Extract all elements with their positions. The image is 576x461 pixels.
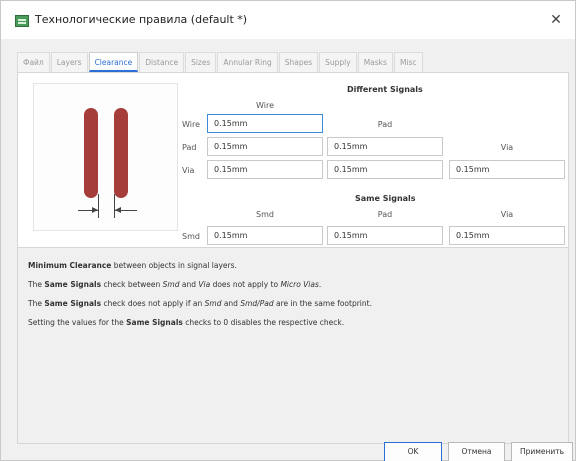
- apply-button[interactable]: Применить: [511, 442, 573, 461]
- via-wire-clearance-input[interactable]: [207, 160, 323, 179]
- col-label-pad: Pad: [377, 120, 393, 129]
- arrow-left-icon: [115, 207, 121, 213]
- row-label-wire: Wire: [182, 120, 200, 129]
- same-col-label-smd: Smd: [256, 210, 274, 219]
- smd-via-clearance-input[interactable]: [449, 226, 565, 245]
- tab-clearance[interactable]: Clearance: [88, 52, 139, 72]
- help-line-2: The Same Signals check between Smd and V…: [28, 280, 322, 289]
- different-signals-title: Different Signals: [347, 85, 423, 94]
- row-label-pad: Pad: [182, 143, 197, 152]
- help-line-1: Minimum Clearance between objects in sig…: [28, 261, 237, 270]
- track-left: [84, 108, 98, 198]
- tab-bar: Файл Layers Clearance Distance Sizes Ann…: [17, 52, 424, 72]
- col-label-via: Via: [500, 143, 514, 152]
- tab-supply[interactable]: Supply: [319, 52, 357, 72]
- dimension-tick-right: [114, 194, 115, 218]
- help-line-4: Setting the values for the Same Signals …: [28, 318, 345, 327]
- tab-sizes[interactable]: Sizes: [185, 52, 217, 72]
- same-signals-title: Same Signals: [355, 194, 416, 203]
- title-bar[interactable]: Технологические правила (default *) ✕: [1, 1, 575, 39]
- window-title: Технологические правила (default *): [35, 13, 248, 26]
- via-pad-clearance-input[interactable]: [327, 160, 443, 179]
- arrow-right-icon: [92, 207, 98, 213]
- help-text-area: Minimum Clearance between objects in sig…: [17, 248, 569, 444]
- row-label-via: Via: [182, 166, 195, 175]
- tab-annular-ring[interactable]: Annular Ring: [217, 52, 278, 72]
- clearance-preview-image: [33, 83, 178, 231]
- pad-wire-clearance-input[interactable]: [207, 137, 323, 156]
- tab-misc[interactable]: Misc: [393, 52, 423, 72]
- tab-layers[interactable]: Layers: [50, 52, 88, 72]
- help-line-3: The Same Signals check does not apply if…: [28, 299, 372, 308]
- app-icon: [15, 15, 29, 27]
- same-col-label-pad: Pad: [377, 210, 393, 219]
- clearance-panel: Different Signals Wire Wire Pad Pad Via …: [17, 72, 569, 248]
- tab-distance[interactable]: Distance: [139, 52, 185, 72]
- wire-wire-clearance-input[interactable]: [207, 114, 323, 133]
- ok-button[interactable]: OK: [384, 442, 442, 461]
- same-col-label-via: Via: [500, 210, 514, 219]
- pad-pad-clearance-input[interactable]: [327, 137, 443, 156]
- tab-shapes[interactable]: Shapes: [278, 52, 319, 72]
- tab-masks[interactable]: Masks: [357, 52, 393, 72]
- close-button[interactable]: ✕: [545, 9, 567, 31]
- smd-pad-clearance-input[interactable]: [327, 226, 443, 245]
- smd-smd-clearance-input[interactable]: [207, 226, 323, 245]
- design-rules-dialog: Технологические правила (default *) ✕ Фа…: [0, 0, 576, 461]
- dimension-tick-left: [98, 194, 99, 218]
- col-label-wire: Wire: [256, 101, 274, 110]
- same-row-label-smd: Smd: [182, 232, 200, 241]
- tab-file[interactable]: Файл: [17, 52, 50, 72]
- track-right: [114, 108, 128, 198]
- via-via-clearance-input[interactable]: [449, 160, 565, 179]
- cancel-button[interactable]: Отмена: [448, 442, 505, 461]
